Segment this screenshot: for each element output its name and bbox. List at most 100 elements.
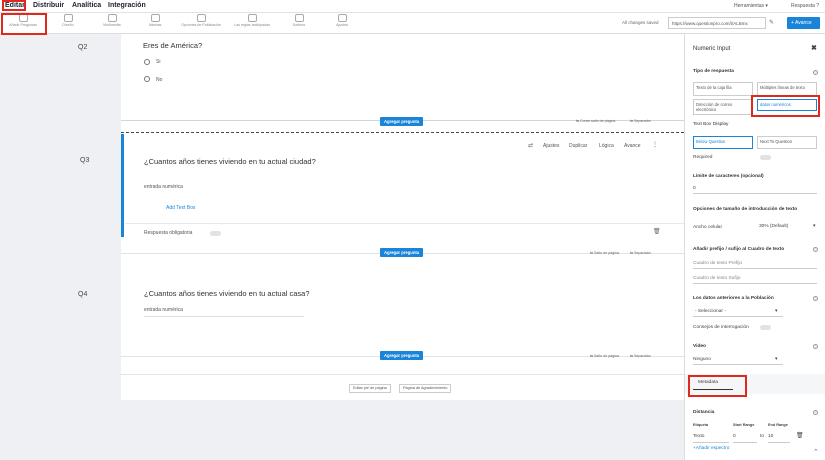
survey-url-field[interactable]: https://www.questionpro.com/t/ALBmx: [668, 17, 766, 29]
range-header-end: End Range: [768, 423, 788, 427]
prefill-line: [693, 316, 783, 317]
gift-icon: [294, 14, 304, 22]
q3-separator[interactable]: ⇆ Separador: [630, 251, 651, 255]
display-next[interactable]: Next To Question: [757, 136, 817, 149]
required-toggle[interactable]: [760, 155, 771, 160]
video-line: [693, 364, 783, 365]
dropdown-icon[interactable]: ▾: [813, 224, 815, 229]
q3-selected-bar: [121, 134, 124, 237]
tool-languages[interactable]: Idiomas: [135, 14, 175, 27]
tool-sweepstakes[interactable]: Sorteos: [279, 14, 319, 27]
q3-action-ajustes[interactable]: Ajustes: [543, 143, 559, 149]
q3-input-label: entrada numérica: [144, 184, 183, 190]
range-end-input[interactable]: 10: [768, 434, 773, 439]
highlight-editar: [2, 0, 26, 11]
q2-separator[interactable]: ⇆ Separador: [630, 119, 651, 123]
q2-option-no: No: [156, 77, 163, 83]
type-email[interactable]: Dirección de correo electrónico: [693, 99, 753, 115]
tab-distribuir[interactable]: Distribuir: [33, 2, 64, 9]
icon-consent-toggle[interactable]: [760, 325, 771, 330]
char-limit-value[interactable]: 0: [693, 186, 696, 191]
type-multi-line[interactable]: Múltiples líneas de texto: [757, 82, 817, 96]
new-button[interactable]: + Avance: [787, 17, 820, 29]
q3-page-break[interactable]: ⇆ Salto de página: [590, 251, 619, 255]
wand-icon: [196, 14, 206, 22]
q4-input-line: [144, 316, 304, 317]
close-icon[interactable]: ✖: [811, 44, 817, 52]
tool-publishing[interactable]: Opciones de Publicación: [181, 14, 221, 27]
cell-width-select[interactable]: 30% (Default): [759, 224, 788, 229]
suffix-input[interactable]: Cuadro de texto Sufijo: [693, 276, 740, 281]
trash-icon[interactable]: 🗑: [796, 432, 804, 439]
thanks-page-button[interactable]: Página de Agradecimiento: [399, 384, 452, 393]
dropdown-icon[interactable]: ▾: [775, 309, 777, 314]
range-start-line: [733, 442, 757, 443]
suffix-line: [693, 283, 817, 284]
required-label: Required: [693, 155, 713, 160]
help-icon[interactable]: ?: [813, 296, 818, 301]
help-icon[interactable]: ?: [813, 70, 818, 75]
q2-title[interactable]: Eres de América?: [143, 41, 202, 50]
edit-footer-button[interactable]: Editar pie de página: [349, 384, 391, 393]
add-range-link[interactable]: +Añadir espectro: [693, 446, 729, 451]
type-single-line[interactable]: Texto de la caja fila: [693, 82, 753, 96]
gear-icon: [337, 14, 347, 22]
q3-title[interactable]: ¿Cuantos años tienes viviendo en tu actu…: [144, 157, 316, 166]
q4-separator[interactable]: ⇆ Separador: [630, 354, 651, 358]
tool-design[interactable]: Diseño: [48, 14, 88, 27]
prefix-line: [693, 268, 817, 269]
video-select[interactable]: Ninguno: [693, 357, 711, 362]
monitor-icon: [150, 14, 160, 22]
tool-multimedia[interactable]: Multimedia: [92, 14, 132, 27]
range-end-line: [768, 442, 790, 443]
help-icon[interactable]: ?: [813, 344, 818, 349]
more-icon[interactable]: ⋮: [652, 141, 658, 148]
trash-icon[interactable]: 🗑: [653, 228, 661, 235]
prefix-input[interactable]: Cuadro de texto Prefijo: [693, 261, 742, 266]
q2-option-si: Si: [156, 59, 161, 65]
q3-required-label: Respuesta obligatoria: [144, 230, 193, 236]
panel-title: Numeric Input: [693, 46, 731, 52]
prefix-suffix-label: Añadir prefijo / sufijo al Cuadro de tex…: [693, 247, 785, 252]
scroll-up-icon[interactable]: ⌃: [813, 448, 819, 456]
q4-title[interactable]: ¿Cuantos años tienes viviendo en tu actu…: [144, 289, 310, 298]
highlight-metadata: [688, 375, 747, 397]
q3-add-text-box[interactable]: Add Text Box: [166, 205, 195, 211]
range-start-input[interactable]: 0: [733, 434, 736, 439]
range-label-input[interactable]: Texto: [693, 434, 704, 439]
dropdown-icon[interactable]: ▾: [775, 357, 777, 362]
prefill-label: Los datos anteriores a la Población: [693, 296, 774, 301]
display-label: Text Box Display: [693, 122, 729, 127]
tab-integracion[interactable]: Integración: [108, 2, 146, 9]
q3-action-avance[interactable]: Avance: [624, 143, 641, 149]
pencil-icon[interactable]: ✎: [769, 19, 774, 26]
q2-radio-si[interactable]: [144, 59, 150, 65]
video-label: Video: [693, 344, 706, 349]
response-menu[interactable]: Respuesta ?: [791, 3, 819, 9]
tool-settings[interactable]: Ajustes: [322, 14, 362, 27]
q3-action-duplicar[interactable]: Duplicar: [569, 143, 587, 149]
help-icon[interactable]: ?: [813, 410, 818, 415]
q3-action-logica[interactable]: Lógica: [599, 143, 614, 149]
help-icon[interactable]: ?: [813, 247, 818, 252]
q2-add-question-button[interactable]: Agregar pregunta: [380, 117, 424, 126]
prefill-select[interactable]: - Seleccionar -: [695, 309, 726, 314]
icon-consent-label: Consejos de interrogación: [693, 325, 749, 330]
q4-page-break[interactable]: ⇆ Salto de página: [590, 354, 619, 358]
q3-required-toggle[interactable]: [210, 231, 221, 236]
q3-add-question-button[interactable]: Agregar pregunta: [380, 248, 424, 257]
q2-page-break[interactable]: ⇆ Cortar salto de página: [576, 119, 615, 123]
top-nav: Editar Distribuir Analítica Integración …: [0, 0, 825, 13]
tools-menu[interactable]: Herramientas ▾: [734, 3, 768, 9]
swap-icon[interactable]: ⇄: [528, 142, 533, 149]
palette-icon: [63, 14, 73, 22]
display-below[interactable]: Below Question: [693, 136, 753, 149]
saved-status: All changes saved: [622, 20, 659, 25]
size-options-label: Opciones de tamaño de introducción de te…: [693, 207, 798, 212]
tool-rules[interactable]: Las reglas anticipadas: [232, 14, 272, 27]
tab-analitica[interactable]: Analítica: [72, 2, 101, 9]
q4-add-question-button[interactable]: Agregar pregunta: [380, 351, 424, 360]
q3-divider: [125, 223, 684, 224]
highlight-numeric: [751, 95, 820, 117]
q2-radio-no[interactable]: [144, 76, 150, 82]
